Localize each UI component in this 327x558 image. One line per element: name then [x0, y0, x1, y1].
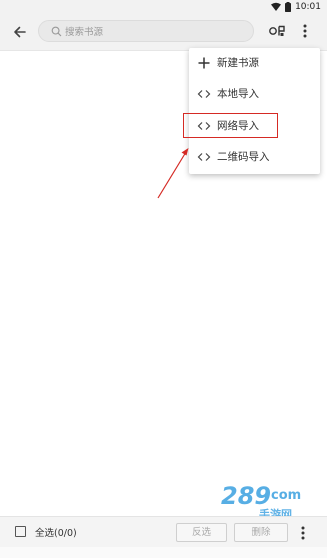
menu-item-label: 二维码导入	[217, 151, 270, 163]
code-brackets-icon	[197, 90, 211, 98]
code-brackets-icon	[197, 153, 211, 161]
more-options-button[interactable]	[298, 21, 312, 41]
group-icon	[269, 25, 285, 36]
search-box[interactable]	[38, 20, 254, 42]
svg-text:289: 289	[221, 482, 271, 510]
search-input[interactable]	[63, 22, 247, 42]
arrow-left-icon	[14, 26, 26, 38]
back-button[interactable]	[10, 22, 30, 42]
status-icons: 10:01	[271, 0, 321, 13]
group-button[interactable]	[268, 21, 286, 41]
menu-item-label: 本地导入	[217, 88, 259, 100]
menu-item-new-source[interactable]: 新建书源	[189, 48, 320, 78]
svg-text:com: com	[271, 488, 301, 503]
battery-icon	[285, 1, 292, 12]
search-icon	[51, 26, 62, 37]
more-vertical-icon	[303, 24, 307, 38]
status-time: 10:01	[295, 1, 321, 12]
navigation-bar-area	[0, 547, 327, 558]
select-all-checkbox[interactable]	[15, 526, 26, 537]
delete-button[interactable]: 删除	[234, 523, 288, 542]
status-bar: 10:01	[0, 0, 327, 13]
annotation-arrow	[157, 148, 189, 199]
menu-item-label: 新建书源	[217, 57, 259, 69]
menu-item-qrcode-import[interactable]: 二维码导入	[189, 142, 320, 172]
bottom-action-bar: 全选(0/0) 反选 删除	[0, 516, 327, 547]
plus-icon	[198, 57, 210, 69]
more-vertical-icon	[301, 526, 305, 540]
select-all-label[interactable]: 全选(0/0)	[35, 525, 77, 539]
toolbar	[0, 13, 327, 51]
menu-item-local-import[interactable]: 本地导入	[189, 79, 320, 109]
invert-selection-button[interactable]: 反选	[176, 523, 227, 542]
wifi-icon	[271, 2, 282, 11]
highlight-box	[183, 113, 278, 138]
import-menu: 新建书源 本地导入 网络导入 二维码导入	[189, 48, 320, 174]
bottom-more-button[interactable]	[296, 524, 310, 542]
